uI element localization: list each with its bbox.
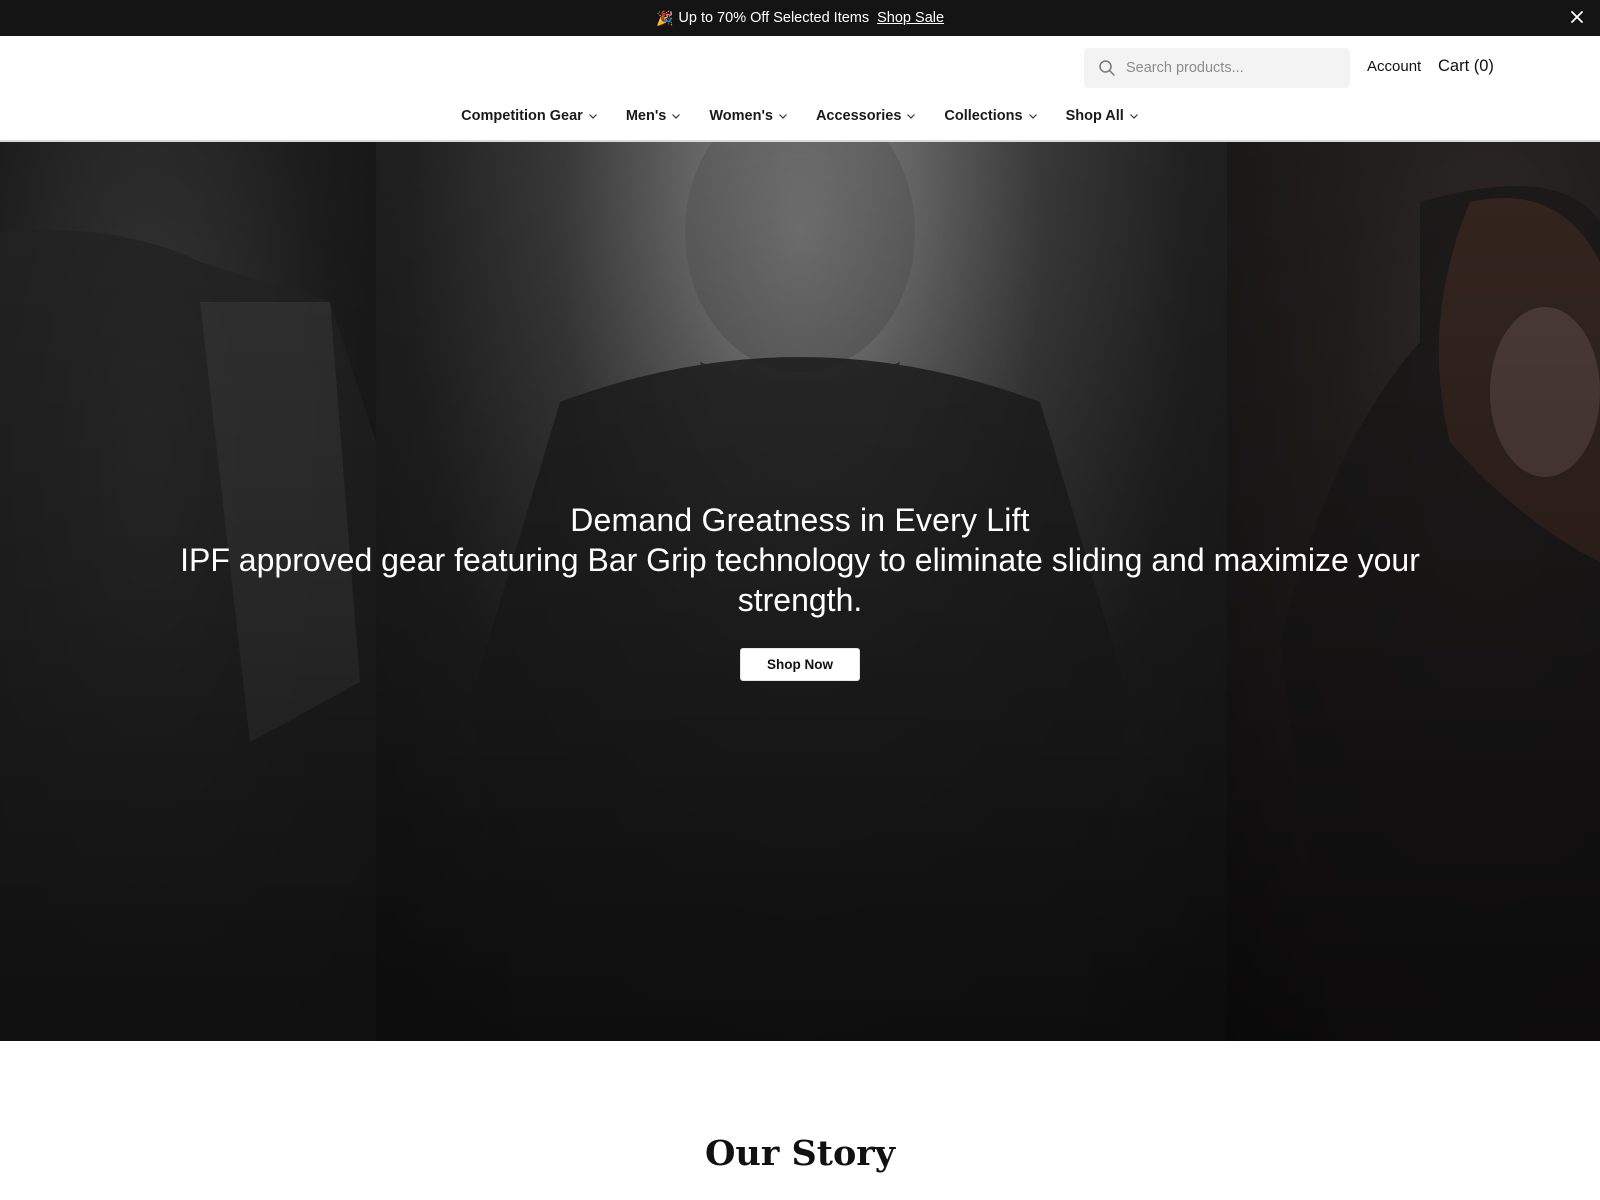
chevron-down-icon [1028,114,1037,119]
account-link[interactable]: Account [1367,58,1421,75]
nav-item-label: Competition Gear [461,108,583,124]
nav-item-label: Collections [944,108,1023,124]
search-box[interactable] [1084,48,1350,88]
chevron-down-icon [907,114,916,119]
nav-item-label: Women's [709,108,773,124]
nav-item-mens[interactable]: Men's [626,108,682,124]
close-icon[interactable] [1568,8,1586,26]
chevron-down-icon [1129,114,1138,119]
site-header: Account Cart (0) Competition Gear Men's … [0,36,1600,142]
our-story-heading: Our Story [704,1133,896,1174]
search-input[interactable] [1126,60,1336,76]
chevron-down-icon [588,114,597,119]
announcement-bar: 🎉 Up to 70% Off Selected Items Shop Sale [0,0,1600,36]
announcement-text: Up to 70% Off Selected Items [678,10,870,26]
hero-banner: Demand Greatness in Every Lift IPF appro… [0,142,1600,1041]
nav-item-competition-gear[interactable]: Competition Gear [461,108,598,124]
nav-item-shop-all[interactable]: Shop All [1066,108,1139,124]
nav-item-womens[interactable]: Women's [709,108,788,124]
search-icon [1099,60,1115,76]
cart-link[interactable]: Cart (0) [1438,57,1494,76]
hero-text: Demand Greatness in Every Lift IPF appro… [0,500,1600,620]
chevron-down-icon [779,114,787,119]
nav-item-label: Accessories [815,108,902,124]
nav-item-label: Men's [625,108,667,124]
chevron-down-icon [672,114,681,119]
nav-item-collections[interactable]: Collections [944,108,1037,124]
hero-title: Demand Greatness in Every Lift [570,502,1030,538]
nav-item-accessories[interactable]: Accessories [816,108,916,124]
party-popper-icon: 🎉 [655,9,674,26]
main-nav: Competition Gear Men's Women's Accessori… [0,108,1600,124]
shop-now-button[interactable]: Shop Now [740,648,860,681]
nav-item-label: Shop All [1065,108,1124,124]
hero-subtitle: IPF approved gear featuring Bar Grip tec… [180,542,1420,618]
shop-sale-link[interactable]: Shop Sale [877,10,944,26]
